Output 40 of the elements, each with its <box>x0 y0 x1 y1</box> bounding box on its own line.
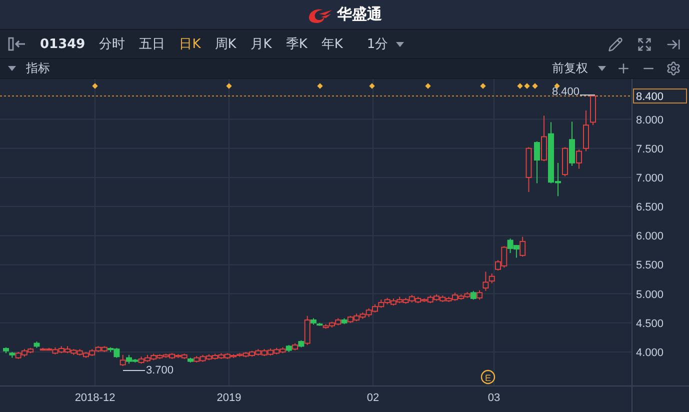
axis-tick-label: 7.000 <box>636 172 664 184</box>
current-price-tag: 8.400 <box>633 88 687 104</box>
axis-tick-label: 8.000 <box>636 114 664 126</box>
period-tab[interactable]: 五日 <box>139 35 166 53</box>
axis-tick-label: 5.500 <box>636 260 664 272</box>
interval-dropdown[interactable]: 1分 <box>366 35 404 53</box>
caret-icon <box>396 42 404 46</box>
period-tab[interactable]: 周K <box>214 35 236 53</box>
axis-date-label: 02 <box>366 392 380 404</box>
event-marker[interactable]: E <box>480 370 496 384</box>
period-tab[interactable]: 季K <box>286 35 308 53</box>
period-tab[interactable]: 分时 <box>99 35 126 53</box>
caret-icon[interactable] <box>8 66 16 71</box>
axis-date-label: 2019 <box>216 392 242 404</box>
brand-name: 华盛通 <box>337 5 382 24</box>
adjustment-dropdown[interactable]: 前复权 <box>552 60 606 77</box>
period-tab[interactable]: 月K <box>250 35 272 53</box>
indicator-label: 指标 <box>26 60 50 77</box>
leader-line <box>580 94 596 96</box>
plus-icon[interactable] <box>616 61 631 76</box>
axis-date-label: 03 <box>488 392 500 404</box>
axis-tick-label: 6.500 <box>636 202 664 214</box>
axis-tick-label: 6.000 <box>636 230 664 243</box>
settings-icon[interactable] <box>666 61 681 76</box>
pencil-icon[interactable] <box>608 36 623 52</box>
axis-date-label: 2018-12 <box>74 392 116 404</box>
expand-icon[interactable] <box>637 36 652 52</box>
axis-tick-label: 5.000 <box>636 288 664 301</box>
period-tab[interactable]: 年K <box>321 35 343 53</box>
high-price-label: 8.400 <box>552 86 580 98</box>
stock-code: 01349 <box>40 36 86 52</box>
arrow-to-line-icon[interactable] <box>666 36 681 52</box>
collapse-panel-icon[interactable] <box>8 37 26 51</box>
axis-tick-label: 7.500 <box>636 143 664 156</box>
axis-tick-label: 4.000 <box>636 347 664 359</box>
leader-line <box>122 370 146 371</box>
axis-tick-label: 4.500 <box>636 318 664 330</box>
low-price-label: 3.700 <box>146 364 174 376</box>
period-tab[interactable]: 日K <box>179 35 201 53</box>
caret-icon <box>598 66 606 71</box>
